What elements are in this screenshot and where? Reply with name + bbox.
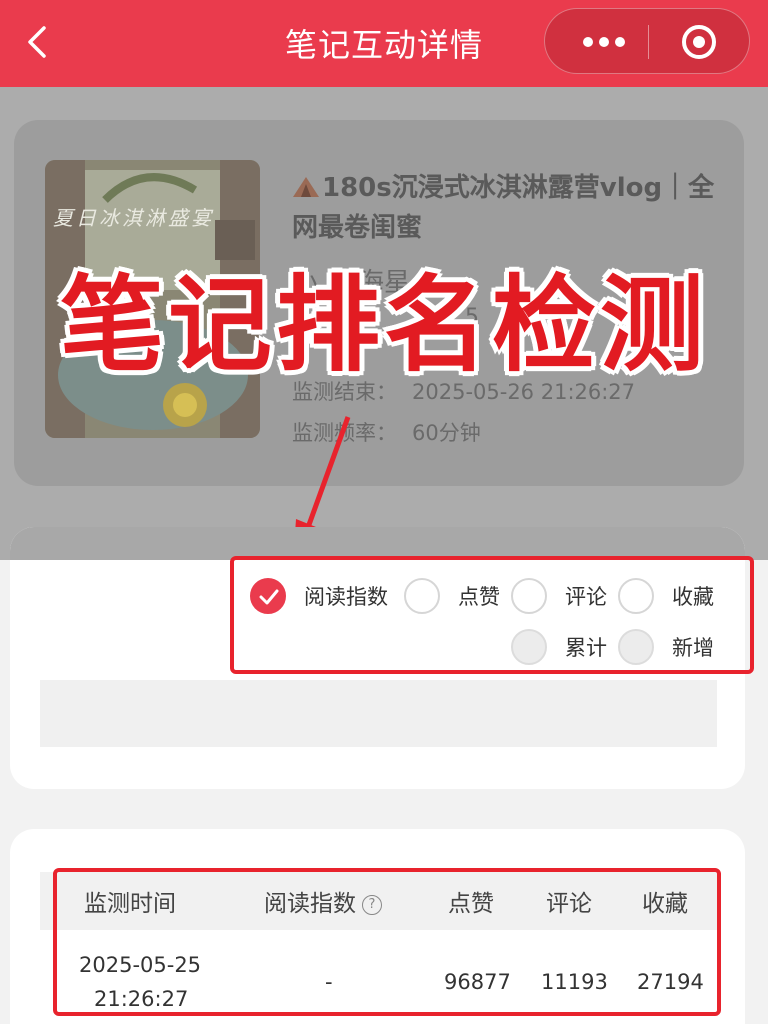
chart-area xyxy=(40,680,717,747)
promo-banner-text: 笔记排名检测 xyxy=(59,264,708,386)
capsule-divider xyxy=(648,25,649,59)
note-title[interactable]: 180s沉浸式冰淇淋露营vlog｜全网最卷闺蜜 xyxy=(292,168,737,248)
radio-icon xyxy=(511,629,547,665)
filter-collects[interactable]: 收藏 xyxy=(618,578,714,614)
cover-caption: 夏日冰淇淋盛宴 xyxy=(53,206,214,230)
note-title-text: 180s沉浸式冰淇淋露营vlog｜全网最卷闺蜜 xyxy=(292,173,715,243)
filter-cumulative[interactable]: 累计 xyxy=(511,629,607,665)
radio-icon xyxy=(404,578,440,614)
filter-comments[interactable]: 评论 xyxy=(511,578,607,614)
filter-read-index[interactable]: 阅读指数 xyxy=(250,578,388,614)
filter-likes[interactable]: 点赞 xyxy=(404,578,500,614)
check-icon xyxy=(250,578,286,614)
mini-program-capsule xyxy=(544,8,750,74)
close-miniprogram-icon[interactable] xyxy=(681,24,717,60)
table-highlight-box xyxy=(53,868,721,1016)
filter-new[interactable]: 新增 xyxy=(618,629,714,665)
radio-icon xyxy=(511,578,547,614)
tent-icon xyxy=(293,177,319,197)
radio-icon xyxy=(618,578,654,614)
nav-bar: 笔记互动详情 xyxy=(0,0,768,87)
more-icon[interactable] xyxy=(581,35,627,49)
radio-icon xyxy=(618,629,654,665)
